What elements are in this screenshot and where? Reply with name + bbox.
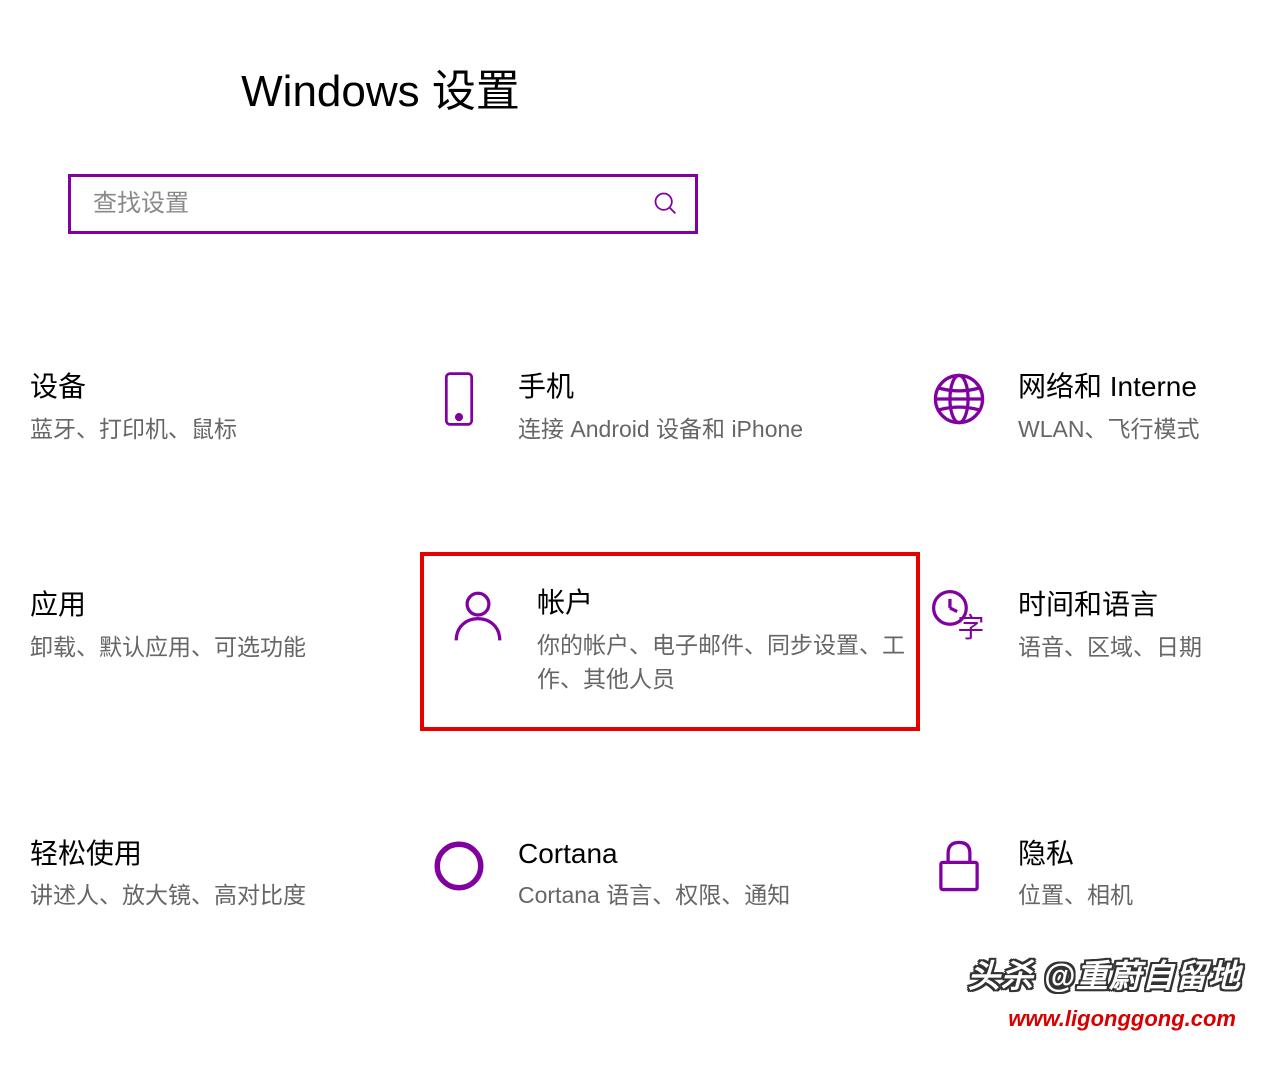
category-row: 设备 蓝牙、打印机、鼠标 手机 连接 Android 设备和 iPhone: [20, 364, 1276, 452]
category-desc: 蓝牙、打印机、鼠标: [30, 412, 410, 447]
search-container: [68, 174, 698, 234]
category-accounts[interactable]: 帐户 你的帐户、电子邮件、同步设置、工作、其他人员: [420, 552, 920, 731]
svg-text:字: 字: [957, 613, 984, 643]
lock-icon: [930, 837, 988, 895]
category-devices[interactable]: 设备 蓝牙、打印机、鼠标: [20, 364, 420, 452]
person-icon: [449, 586, 507, 644]
category-ease-of-access[interactable]: 轻松使用 讲述人、放大镜、高对比度: [20, 831, 420, 919]
category-row: 轻松使用 讲述人、放大镜、高对比度 Cortana Cortana 语言、权限、…: [20, 831, 1276, 919]
globe-icon: [930, 370, 988, 428]
category-title: 网络和 Interne: [1018, 370, 1260, 404]
category-desc: 讲述人、放大镜、高对比度: [30, 878, 410, 913]
phone-icon: [430, 370, 488, 428]
category-title: Cortana: [518, 837, 910, 871]
watermark-text-1: 头杀 @重蔚自留地: [968, 951, 1241, 997]
category-network[interactable]: 网络和 Interne WLAN、飞行模式: [920, 364, 1270, 452]
category-row: 应用 卸载、默认应用、可选功能 帐户 你的帐户、电子邮件、同步设置、工作、其他人…: [20, 582, 1276, 701]
page-title: Windows 设置: [0, 55, 1276, 119]
category-apps[interactable]: 应用 卸载、默认应用、可选功能: [20, 582, 420, 701]
category-desc: 你的帐户、电子邮件、同步设置、工作、其他人员: [537, 628, 906, 697]
category-title: 手机: [518, 370, 910, 404]
category-title: 时间和语言: [1018, 588, 1260, 622]
search-input[interactable]: [68, 174, 698, 234]
category-desc: WLAN、飞行模式: [1018, 412, 1260, 447]
category-phone[interactable]: 手机 连接 Android 设备和 iPhone: [420, 364, 920, 452]
category-time-language[interactable]: 字 时间和语言 语音、区域、日期: [920, 582, 1270, 701]
category-title: 帐户: [537, 586, 906, 620]
cortana-icon: [430, 837, 488, 895]
category-desc: 语音、区域、日期: [1018, 630, 1260, 665]
category-title: 轻松使用: [30, 837, 410, 871]
category-desc: Cortana 语言、权限、通知: [518, 878, 910, 913]
category-desc: 连接 Android 设备和 iPhone: [518, 412, 910, 447]
watermark-text-2: www.ligonggong.com: [1008, 1006, 1236, 1032]
categories-grid: 设备 蓝牙、打印机、鼠标 手机 连接 Android 设备和 iPhone: [0, 364, 1276, 919]
category-desc: 卸载、默认应用、可选功能: [30, 630, 410, 665]
category-privacy[interactable]: 隐私 位置、相机: [920, 831, 1270, 919]
category-cortana[interactable]: Cortana Cortana 语言、权限、通知: [420, 831, 920, 919]
category-title: 设备: [30, 370, 410, 404]
category-desc: 位置、相机: [1018, 878, 1260, 913]
time-language-icon: 字: [930, 588, 988, 646]
category-title: 隐私: [1018, 837, 1260, 871]
header: Windows 设置: [0, 0, 1276, 119]
category-title: 应用: [30, 588, 410, 622]
search-icon[interactable]: [652, 190, 680, 218]
